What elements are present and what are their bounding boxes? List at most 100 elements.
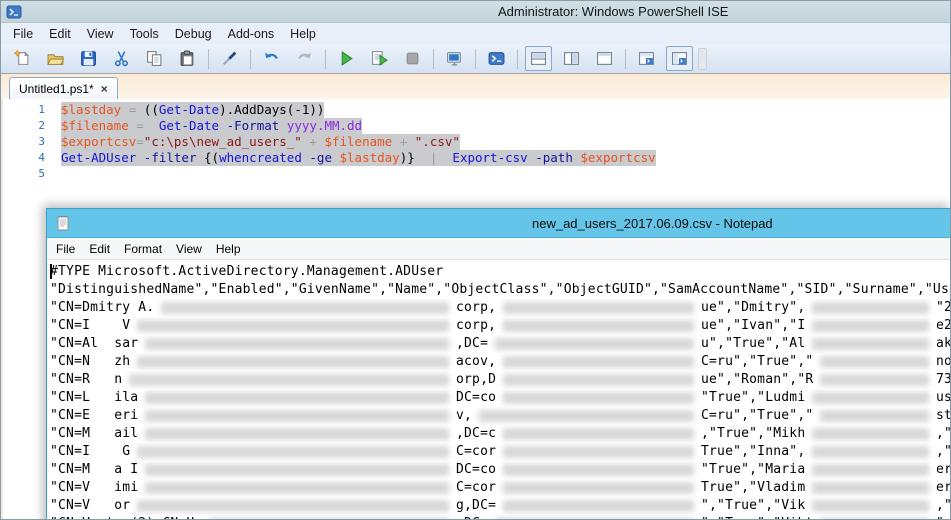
token-plain xyxy=(121,102,129,117)
show-script-pane-maximized-button[interactable] xyxy=(591,46,618,71)
csv-cell: "True","Maria xyxy=(701,461,936,479)
csv-cell-text: "CN=V t (2),CN=Us xyxy=(50,515,203,520)
token-arg: yyyy.MM.dd xyxy=(287,118,362,133)
csv-cell: corp, xyxy=(456,299,701,317)
menu-item-view[interactable]: View xyxy=(79,25,122,43)
csv-cell-text: C=ru","True"," xyxy=(701,353,813,371)
csv-cell-text: "u xyxy=(936,515,951,520)
notepad-window: new_ad_users_2017.06.09.csv - Notepad Fi… xyxy=(46,208,951,520)
redaction-blur xyxy=(812,392,929,404)
csv-cell-text: ","True","Vikt xyxy=(701,515,813,520)
toolbar-separator xyxy=(625,49,626,69)
token-plain xyxy=(144,118,159,133)
redaction-blur xyxy=(145,338,449,350)
show-script-pane-top-button[interactable] xyxy=(525,46,552,71)
csv-cell-text: "CN=M a I xyxy=(50,461,138,479)
notepad-menubar: FileEditFormatViewHelp xyxy=(47,238,951,260)
redaction-blur xyxy=(812,446,929,458)
stop-operation-button[interactable] xyxy=(399,46,426,71)
csv-cell: C=ru","True"," xyxy=(701,353,936,371)
ise-titlebar[interactable]: Administrator: Windows PowerShell ISE xyxy=(1,1,950,23)
menu-item-edit[interactable]: Edit xyxy=(82,240,117,258)
copy-icon xyxy=(146,50,163,67)
redaction-blur xyxy=(503,446,694,458)
token-cmd: Export-csv xyxy=(452,150,527,165)
menu-item-debug[interactable]: Debug xyxy=(167,25,220,43)
code-line: 5 xyxy=(3,166,950,182)
csv-cell-text: str xyxy=(936,407,951,425)
csv-cell: e22 xyxy=(936,317,951,335)
remote-tab-icon xyxy=(446,50,463,67)
powershell-icon xyxy=(488,50,505,67)
menu-item-help[interactable]: Help xyxy=(209,240,248,258)
line-number: 1 xyxy=(3,102,45,118)
csv-cell-text: "CN=I V xyxy=(50,317,130,335)
token-plain: {( xyxy=(196,150,219,165)
csv-cell: "2c xyxy=(936,299,951,317)
csv-cell-text: C=cor xyxy=(456,443,496,461)
show-script-pane-toggle-button[interactable] xyxy=(666,46,693,71)
menu-item-help[interactable]: Help xyxy=(282,25,324,43)
open-script-button[interactable] xyxy=(42,46,69,71)
csv-row: "CN=N zhacov,C=ru","True","nov xyxy=(50,353,951,371)
token-var: $exportcsv xyxy=(61,134,136,149)
clear-console-pane-button[interactable] xyxy=(216,46,243,71)
csv-cell-text: ,DC= xyxy=(456,515,488,520)
close-tab-icon[interactable]: × xyxy=(101,83,108,95)
run-selection-button[interactable] xyxy=(366,46,393,71)
script-tab-untitled1[interactable]: Untitled1.ps1* × xyxy=(9,77,118,99)
redaction-blur xyxy=(137,500,449,512)
menu-item-edit[interactable]: Edit xyxy=(41,25,79,43)
toolbar-overflow-grip[interactable] xyxy=(698,48,707,70)
csv-cell-text: u","True","Al xyxy=(701,335,805,353)
token-plain xyxy=(279,118,287,133)
menu-item-view[interactable]: View xyxy=(169,240,209,258)
token-param: -Format xyxy=(227,118,280,133)
menu-item-format[interactable]: Format xyxy=(117,240,169,258)
redaction-blur xyxy=(820,410,929,422)
new-remote-powershell-tab-button[interactable] xyxy=(441,46,468,71)
copy-button[interactable] xyxy=(141,46,168,71)
cut-button[interactable] xyxy=(108,46,135,71)
csv-cell-text: "CN=R n xyxy=(50,371,122,389)
menu-item-tools[interactable]: Tools xyxy=(122,25,167,43)
csv-cell-text: "CN=Al sar xyxy=(50,335,138,353)
token-plain xyxy=(437,150,452,165)
save-script-button[interactable] xyxy=(75,46,102,71)
redo-button[interactable] xyxy=(291,46,318,71)
token-plain xyxy=(332,150,340,165)
csv-cell-text: "True","Maria xyxy=(701,461,805,479)
notepad-titlebar[interactable]: new_ad_users_2017.06.09.csv - Notepad xyxy=(47,209,951,238)
token-param: -ge xyxy=(309,150,332,165)
ise-window-title: Administrator: Windows PowerShell ISE xyxy=(498,4,728,19)
redaction-blur xyxy=(503,392,694,404)
open-script-icon xyxy=(47,50,64,67)
csv-cell-text: True","Vladim xyxy=(701,479,805,497)
undo-button[interactable] xyxy=(258,46,285,71)
token-cmd: whencreated xyxy=(219,150,302,165)
csv-cell: "CN=L ila xyxy=(50,389,456,407)
start-powershell-exe-button[interactable] xyxy=(483,46,510,71)
csv-cell: ,DC= xyxy=(456,335,701,353)
show-script-pane-right-button[interactable] xyxy=(558,46,585,71)
csv-row: "CN=R norp,Due","Roman","R73a xyxy=(50,371,951,389)
notepad-window-title: new_ad_users_2017.06.09.csv - Notepad xyxy=(532,216,773,231)
redaction-blur xyxy=(820,356,929,368)
paste-button[interactable] xyxy=(174,46,201,71)
notepad-text-area[interactable]: #TYPE Microsoft.ActiveDirectory.Manageme… xyxy=(47,260,951,520)
new-powershell-tab-button[interactable] xyxy=(633,46,660,71)
csv-row: "CN=I Vcorp,ue","Ivan","Ie22 xyxy=(50,317,951,335)
redaction-blur xyxy=(145,428,449,440)
csv-cell-text: C=cor xyxy=(456,479,496,497)
token-param: -filter xyxy=(144,150,197,165)
run-script-button[interactable] xyxy=(333,46,360,71)
menu-item-file[interactable]: File xyxy=(49,240,82,258)
menu-item-file[interactable]: File xyxy=(5,25,41,43)
redaction-blur xyxy=(820,374,929,386)
paste-icon xyxy=(179,50,196,67)
redaction-blur xyxy=(503,500,694,512)
menu-item-addons[interactable]: Add-ons xyxy=(220,25,283,43)
new-script-button[interactable] xyxy=(9,46,36,71)
token-param: -path xyxy=(535,150,573,165)
line-number: 3 xyxy=(3,134,45,150)
